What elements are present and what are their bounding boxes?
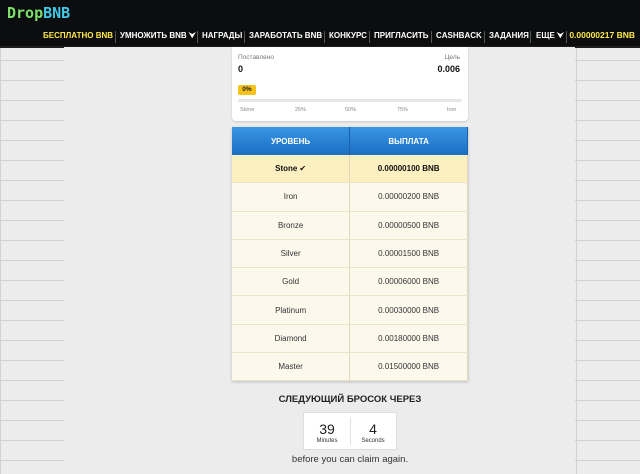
claim-wait-note: before you can claim again. [291,454,409,465]
seconds-label: Seconds [361,438,385,444]
table-row: Silver 0.00001500 BNB [232,239,468,269]
nav-cashback[interactable]: CASHBACK [436,28,482,46]
tick-label-50: 50% [345,107,357,113]
checkmark-icon: ✔ [299,164,307,174]
logo-text-drop: Drop [7,4,44,22]
level-cell: Iron [232,182,351,212]
nav-rewards[interactable]: НАГРАДЫ [202,28,242,46]
dropbnb-logo[interactable]: DropBNB [7,4,70,22]
tick-label-25: 25% [295,107,307,113]
level-cell: Gold [232,267,351,297]
tick-label-start: Stone [240,107,255,113]
table-row: Diamond 0.00180000 BNB [232,324,468,354]
payout-cell: 0.00000200 BNB [349,182,468,212]
progress-percent-badge: 0% [238,85,256,95]
top-bar: DropBNB [0,0,640,28]
nav-free-bnb[interactable]: БЕСПЛАТНО BNB [43,28,113,46]
countdown-timer: 39 Minutes 4 Seconds [303,412,397,450]
seconds-value: 4 [369,421,377,437]
nav-divider [244,31,245,43]
wallet-balance[interactable]: 0.00000217 BNB [569,28,635,46]
tick-label-75: 75% [397,107,409,113]
level-progress-card: Поставлено Цель 0 0.006 0% Stone 25% 50%… [232,47,468,121]
level-payout-table: УРОВЕНЬ ВЫПЛАТА Stone ✔ 0.00000100 BNB Ir… [232,127,468,382]
tick-label-end: Iron [447,107,457,113]
nav-tasks[interactable]: ЗАДАНИЯ [489,28,529,46]
payout-cell: 0.00180000 BNB [349,324,468,354]
minutes-value: 39 [319,421,335,437]
payout-cell: 0.00030000 BNB [349,295,468,325]
target-value: 0.006 [437,64,460,74]
level-cell: Diamond [232,324,351,354]
nav-divider [115,31,116,43]
table-row: Master 0.01500000 BNB [232,352,468,382]
column-header-payout: ВЫПЛАТА [349,127,468,155]
payout-cell: 0.00001500 BNB [349,239,468,269]
table-row: Gold 0.00006000 BNB [232,267,468,297]
nav-earn-bnb[interactable]: ЗАРАБОТАТЬ BNB [249,28,322,46]
table-row: Platinum 0.00030000 BNB [232,295,468,325]
payout-cell: 0.01500000 BNB [349,352,468,382]
table-header-row: УРОВЕНЬ ВЫПЛАТА [232,127,468,155]
next-roll-title: СЛЕДУЮЩИЙ БРОСОК ЧЕРЕЗ [278,394,422,405]
seconds-segment: 4 Seconds [350,413,396,449]
deposited-value: 0 [238,64,244,74]
table-row: Iron 0.00000200 BNB [232,182,468,212]
nav-divider [369,31,370,43]
nav-more[interactable]: ЕЩЕ ⮟ [536,28,564,46]
target-label: Цель [444,54,460,61]
logo-text-bnb: BNB [43,4,71,22]
table-row: Stone ✔ 0.00000100 BNB [232,155,468,184]
payout-cell: 0.00000500 BNB [349,211,468,240]
minutes-label: Minutes [316,438,338,444]
level-cell: Bronze [232,211,351,240]
payout-cell: 0.00000100 BNB [349,155,468,184]
nav-divider [484,31,485,43]
level-cell: Silver [232,239,351,269]
level-cell: Platinum [232,295,351,325]
main-navigation: БЕСПЛАТНО BNB УМНОЖИТЬ BNB ⮟ НАГРАДЫ ЗАР… [0,28,640,48]
payout-cell: 0.00006000 BNB [349,267,468,297]
nav-divider [566,31,567,43]
nav-invite[interactable]: ПРИГЛАСИТЬ [374,28,429,46]
table-row: Bronze 0.00000500 BNB [232,211,468,240]
nav-multiply-bnb[interactable]: УМНОЖИТЬ BNB ⮟ [120,28,196,46]
progress-bar [238,99,462,102]
deposited-label: Поставлено [238,54,274,61]
level-name: Stone [275,164,298,174]
nav-divider [431,31,432,43]
level-cell: Stone ✔ [232,155,351,184]
nav-divider [197,31,198,43]
level-cell: Master [232,352,351,382]
nav-divider [530,31,531,43]
nav-contest[interactable]: КОНКУРС [329,28,367,46]
column-header-level: УРОВЕНЬ [232,127,351,155]
minutes-segment: 39 Minutes [304,413,350,449]
nav-divider [324,31,325,43]
